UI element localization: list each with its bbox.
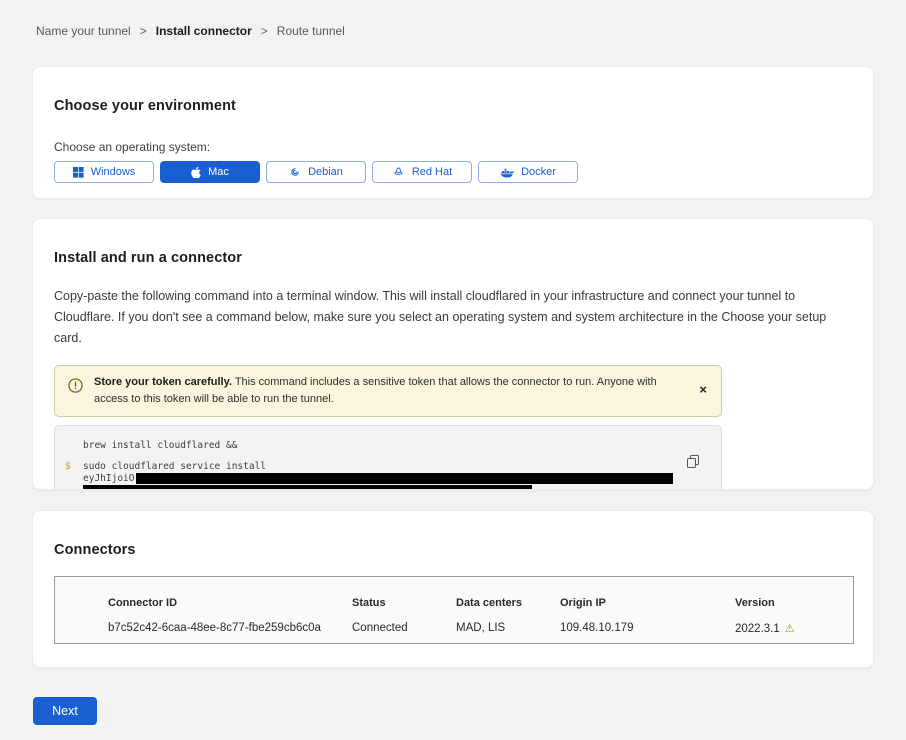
col-origin-ip: Origin IP [560, 597, 735, 609]
col-data-centers: Data centers [456, 597, 560, 609]
table-header-row: Connector ID Status Data centers Origin … [108, 597, 853, 609]
redaction-bar [83, 485, 532, 490]
close-icon[interactable]: × [697, 383, 709, 396]
os-button-label: Mac [208, 166, 229, 178]
token-warning-text: Store your token carefully. This command… [94, 374, 683, 408]
os-button-group: Windows Mac Debian [54, 161, 852, 183]
os-button-label: Red Hat [412, 166, 452, 178]
data-centers-value: MAD, LIS [456, 622, 560, 635]
os-button-label: Windows [91, 166, 136, 178]
os-button-windows[interactable]: Windows [54, 161, 154, 183]
os-button-label: Debian [308, 166, 343, 178]
redhat-icon [392, 166, 405, 178]
os-button-redhat[interactable]: Red Hat [372, 161, 472, 183]
breadcrumb-step-install-connector[interactable]: Install connector [156, 24, 252, 38]
install-connector-card: Install and run a connector Copy-paste t… [32, 218, 874, 490]
choose-environment-card: Choose your environment Choose an operat… [32, 66, 874, 199]
next-button[interactable]: Next [33, 697, 97, 725]
command-line-2: sudo cloudflared service install [55, 461, 721, 472]
breadcrumb: Name your tunnel > Install connector > R… [0, 0, 906, 38]
connectors-card: Connectors Connector ID Status Data cent… [32, 510, 874, 668]
connector-id-value: b7c52c42-6caa-48ee-8c77-fbe259cb6c0a [108, 622, 352, 635]
os-button-debian[interactable]: Debian [266, 161, 366, 183]
version-warning-icon: ⚠ [785, 623, 795, 635]
breadcrumb-separator: > [261, 24, 268, 38]
status-badge: Connected [352, 622, 456, 635]
os-button-docker[interactable]: Docker [478, 161, 578, 183]
col-version: Version [735, 597, 853, 609]
col-status: Status [352, 597, 456, 609]
connectors-card-title: Connectors [54, 511, 852, 558]
install-description: Copy-paste the following command into a … [54, 286, 851, 349]
redaction-bar [136, 473, 673, 484]
command-line-1: brew install cloudflared && [55, 440, 721, 451]
breadcrumb-step-name-tunnel[interactable]: Name your tunnel [36, 24, 131, 38]
version-number: 2022.3.1 [735, 623, 780, 635]
table-row: b7c52c42-6caa-48ee-8c77-fbe259cb6c0a Con… [108, 622, 853, 635]
shell-prompt: $ [65, 461, 71, 472]
token-prefix: eyJhIjoiO [83, 473, 134, 484]
docker-icon [500, 167, 514, 178]
alert-circle-icon [68, 378, 83, 398]
breadcrumb-separator: > [140, 24, 147, 38]
origin-ip-value: 109.48.10.179 [560, 622, 735, 635]
copy-icon[interactable] [687, 455, 699, 468]
breadcrumb-step-route-tunnel[interactable]: Route tunnel [277, 24, 345, 38]
environment-card-title: Choose your environment [54, 67, 852, 114]
col-connector-id: Connector ID [108, 597, 352, 609]
install-card-title: Install and run a connector [54, 219, 852, 266]
version-value: 2022.3.1 ⚠ [735, 622, 853, 635]
os-button-label: Docker [521, 166, 556, 178]
connectors-table: Connector ID Status Data centers Origin … [54, 576, 854, 644]
apple-icon [191, 166, 201, 179]
debian-icon [289, 166, 301, 178]
os-button-mac[interactable]: Mac [160, 161, 260, 183]
os-select-label: Choose an operating system: [54, 140, 852, 154]
command-code-block: brew install cloudflared && $ sudo cloud… [54, 425, 722, 490]
token-warning-banner: Store your token carefully. This command… [54, 365, 722, 417]
token-warning-title: Store your token carefully. [94, 376, 232, 388]
windows-icon [73, 167, 84, 178]
